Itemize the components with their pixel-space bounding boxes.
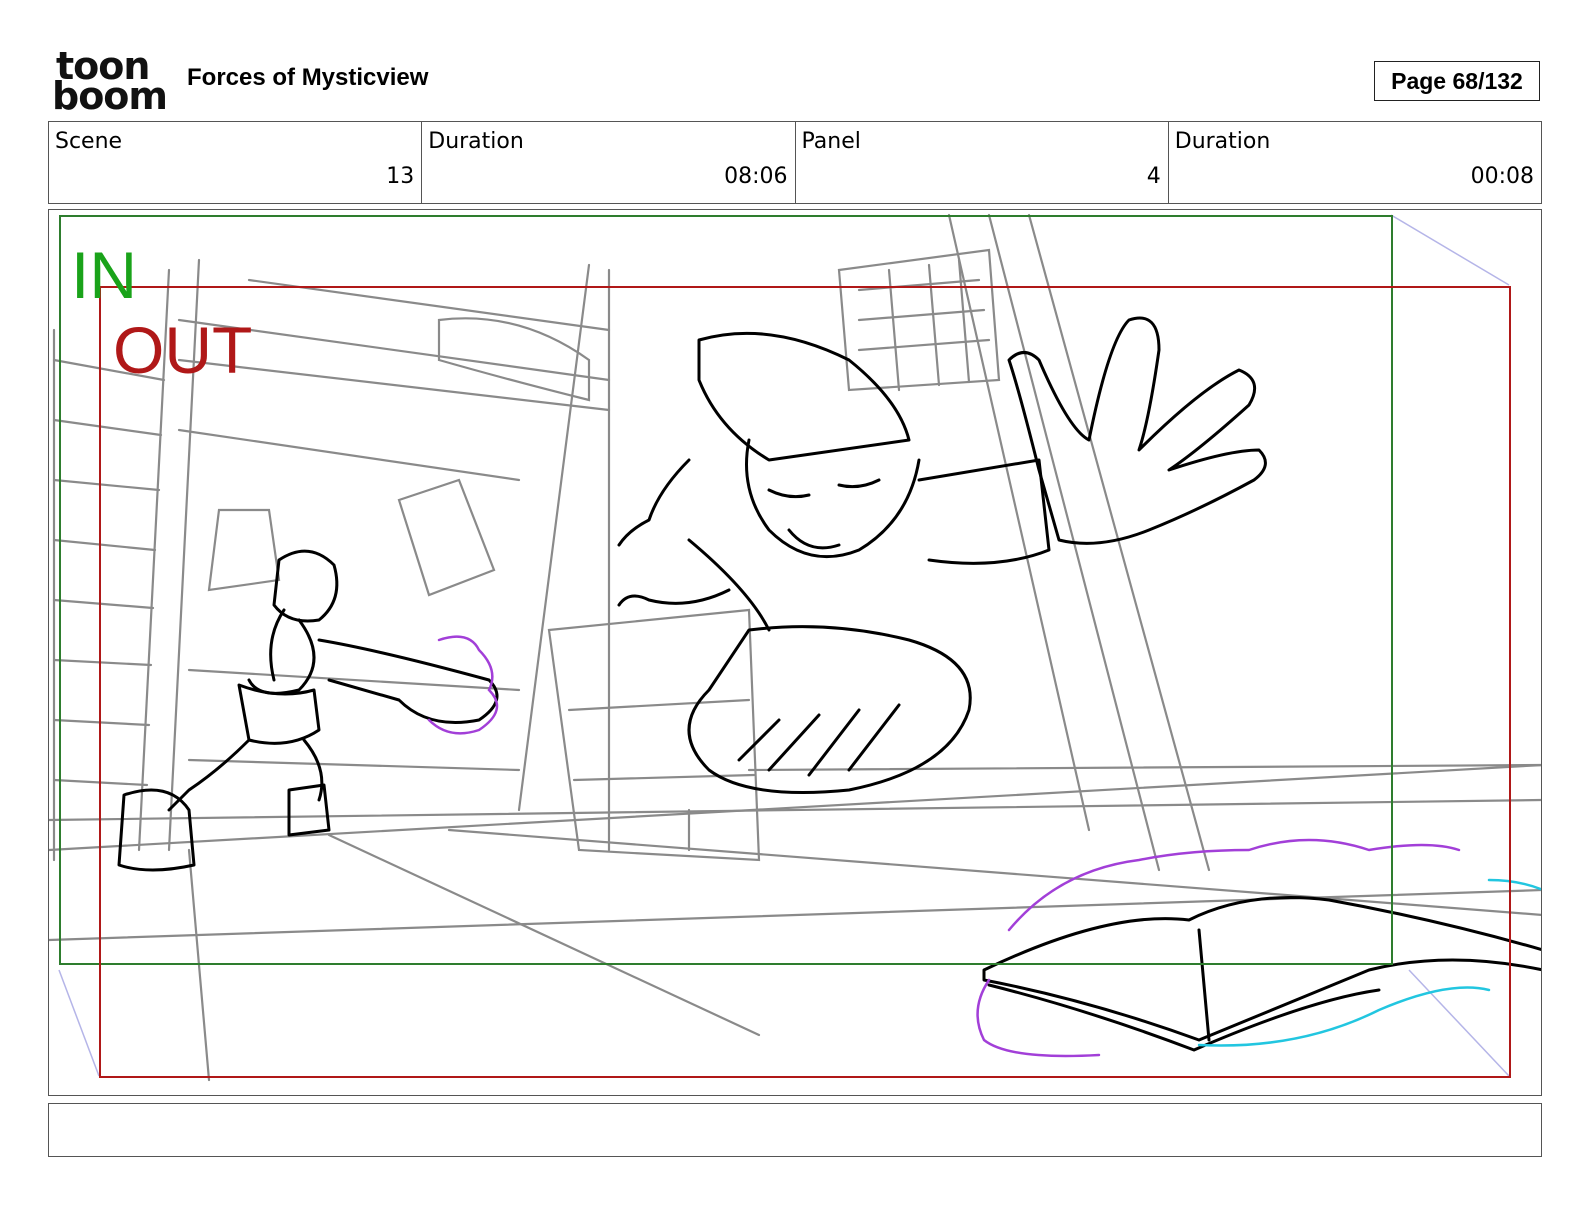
background-sketch: [49, 213, 1541, 1082]
toonboom-logo: toon boom: [52, 47, 168, 118]
scene-value: 13: [386, 164, 415, 189]
page-indicator: Page 68/132: [1374, 61, 1540, 101]
panel-duration-label: Duration: [1174, 129, 1271, 154]
scene-info-table: Scene 13 Duration 08:06 Panel 4 Duration…: [48, 121, 1542, 204]
page-label: Page: [1391, 68, 1447, 94]
character-sketch: [117, 316, 1541, 1052]
scene-label: Scene: [55, 129, 123, 154]
scene-duration-label: Duration: [428, 129, 524, 154]
scene-duration-value: 08:06: [724, 164, 788, 189]
camera-guides: [58, 214, 1510, 1077]
scene-cell: Scene 13: [49, 122, 423, 203]
panel-duration-cell: Duration 00:08: [1169, 122, 1541, 203]
storyboard-panel: IN OUT: [48, 209, 1542, 1096]
scene-duration-cell: Duration 08:06: [422, 122, 796, 203]
panel-value: 4: [1146, 164, 1161, 189]
project-title: Forces of Mysticview: [187, 64, 429, 91]
panel-duration-value: 00:08: [1470, 164, 1534, 189]
magic-effects: [427, 635, 1541, 1058]
in-label: IN: [71, 238, 137, 312]
panel-label: Panel: [801, 129, 861, 154]
page-number: 68/132: [1452, 68, 1523, 94]
caption-box: [48, 1103, 1542, 1157]
logo-line-2: boom: [52, 74, 168, 118]
out-frame: [99, 286, 1511, 1078]
panel-drawing: IN OUT: [49, 213, 1541, 1082]
panel-cell: Panel 4: [796, 122, 1169, 203]
out-label: OUT: [113, 313, 252, 387]
